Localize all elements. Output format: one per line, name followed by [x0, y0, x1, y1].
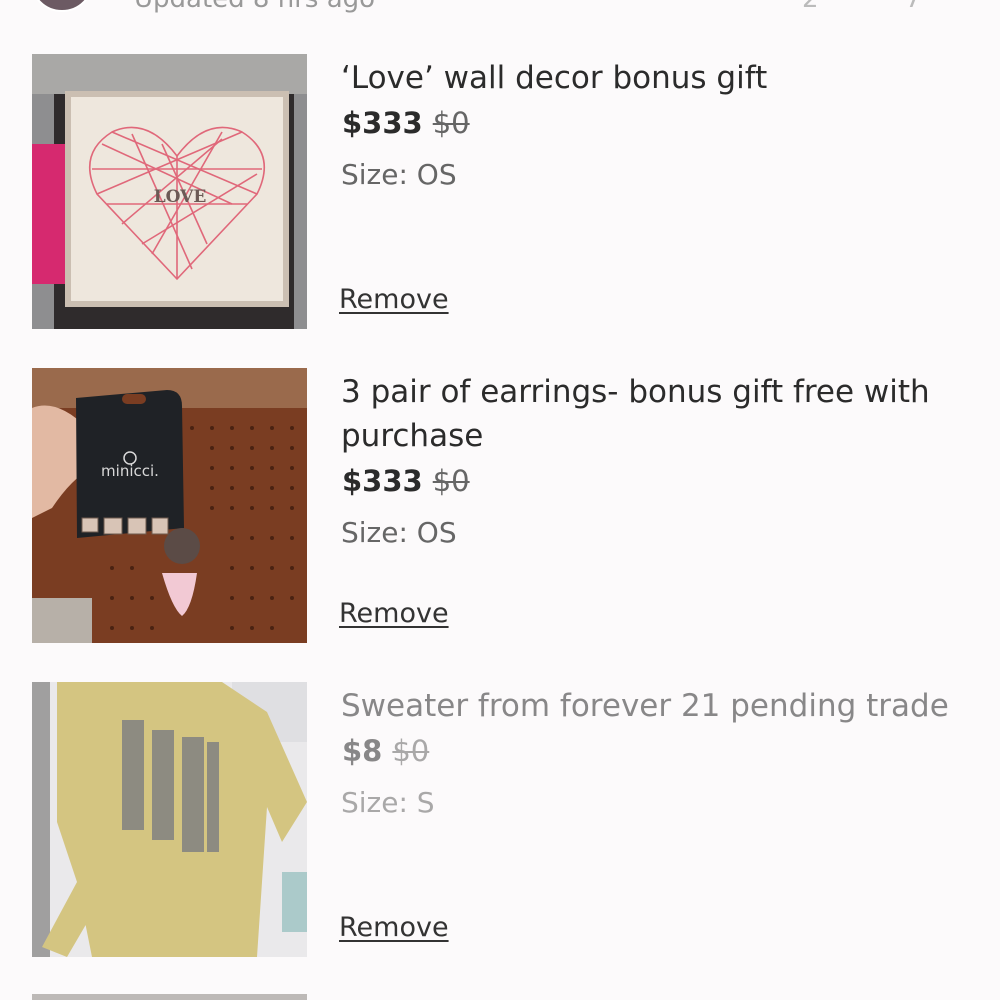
item-title[interactable]: Sweater from forever 21 pending trade [341, 684, 971, 728]
list-item: LOVE ‘Love’ wall decor bonus gift $333 $0… [0, 54, 1000, 330]
love-text: LOVE [154, 187, 207, 207]
seller-header: Updated 8 hrs ago 2 7 [0, 0, 1000, 14]
item-original-price: $0 [432, 106, 470, 140]
item-price: $333 [342, 464, 423, 498]
avatar[interactable] [30, 0, 94, 12]
item-size: Size: OS [341, 516, 457, 549]
item-image[interactable]: LOVE [32, 54, 307, 329]
item-original-price: $0 [392, 734, 430, 768]
item-image[interactable] [32, 682, 307, 957]
updated-time: Updated 8 hrs ago [134, 0, 375, 14]
item-title[interactable]: ‘Love’ wall decor bonus gift [341, 56, 971, 100]
list-item: Sweater from forever 21 pending trade $8… [0, 682, 1000, 958]
header-glyph: 7 [905, 0, 922, 14]
price-row: $8 $0 [342, 734, 429, 768]
item-price: $333 [342, 106, 423, 140]
sweater-image [32, 682, 307, 957]
likes-count: 2 [802, 0, 819, 14]
item-image-partial [32, 994, 307, 1000]
item-size: Size: S [341, 786, 435, 819]
item-title[interactable]: 3 pair of earrings- bonus gift free with… [341, 370, 971, 458]
price-row: $333 $0 [342, 464, 470, 498]
item-original-price: $0 [432, 464, 470, 498]
item-price: $8 [342, 734, 383, 768]
item-image[interactable]: minicci. [32, 368, 307, 643]
bundle-screen: Updated 8 hrs ago 2 7 [0, 0, 1000, 1000]
remove-button[interactable]: Remove [339, 284, 449, 315]
love-wall-decor-image: LOVE [32, 54, 307, 329]
item-size: Size: OS [341, 158, 457, 191]
remove-button[interactable]: Remove [339, 912, 449, 943]
list-item: minicci. 3 pair of earrings- bonus gift … [0, 368, 1000, 644]
price-row: $333 $0 [342, 106, 470, 140]
remove-button[interactable]: Remove [339, 598, 449, 629]
earrings-image: minicci. [32, 368, 307, 643]
